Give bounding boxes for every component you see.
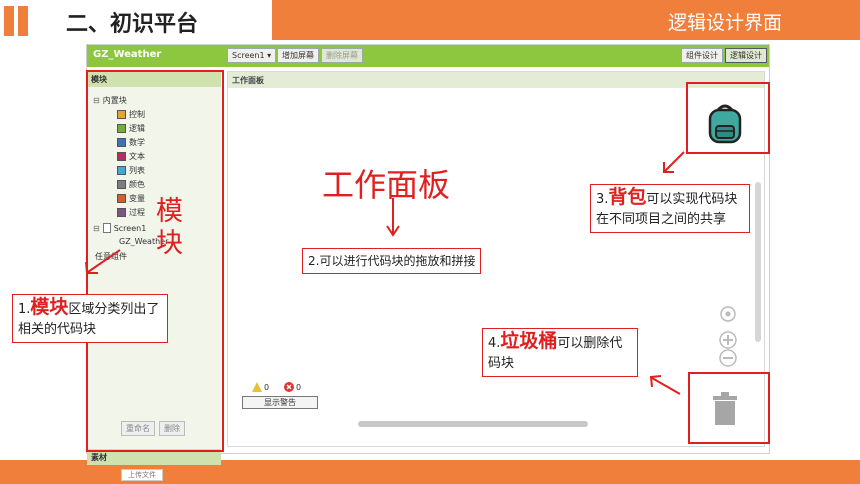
backpack-callout-number: 3.: [596, 192, 609, 207]
zoom-out-icon[interactable]: [718, 348, 738, 368]
zoom-in-icon[interactable]: [718, 330, 738, 350]
blocks-callout: 1.模块区域分类列出了相关的代码块: [12, 294, 168, 343]
recenter-icon[interactable]: [718, 304, 738, 324]
screen-dropdown[interactable]: Screen1 ▾: [227, 48, 277, 63]
blocks-editor-button[interactable]: 逻辑设计: [725, 48, 767, 63]
add-screen-button[interactable]: 增加屏幕: [277, 48, 319, 63]
blocks-callout-number: 1.: [18, 302, 31, 317]
down-arrow-icon: [386, 198, 400, 237]
horizontal-scrollbar[interactable]: [358, 421, 588, 427]
backpack-callout-highlight: 背包: [608, 186, 647, 208]
backpack-callout: 3.背包可以实现代码块在不同项目之间的共享: [590, 184, 750, 233]
show-warnings-button[interactable]: 显示警告: [242, 396, 318, 409]
upload-file-button[interactable]: 上传文件: [121, 469, 163, 481]
blocks-arrow-icon: [85, 249, 121, 274]
warning-indicator: 0: [252, 382, 269, 392]
app-toolbar: GZ_Weather Screen1 ▾ 增加屏幕 删除屏幕 组件设计 逻辑设计: [87, 45, 769, 67]
trash-callout-highlight: 垃圾桶: [500, 330, 558, 352]
section-title: 逻辑设计界面: [667, 12, 782, 34]
trash-highlight: [688, 372, 770, 444]
designer-button[interactable]: 组件设计: [681, 48, 723, 63]
errors-count: 0: [296, 382, 302, 392]
viewer-callout-text: 2.可以进行代码块的拖放和拼接: [308, 254, 476, 268]
trash-callout: 4.垃圾桶可以删除代码块: [482, 328, 638, 377]
vertical-scrollbar[interactable]: [755, 182, 761, 342]
warnings-count: 0: [264, 382, 270, 392]
viewer-callout: 2.可以进行代码块的拖放和拼接: [302, 248, 482, 274]
error-icon: [284, 382, 294, 392]
trash-callout-number: 4.: [488, 336, 501, 351]
backpack-highlight: [686, 82, 770, 154]
viewer-title: 工作面板: [228, 72, 764, 88]
slide-title: 二、初识平台: [66, 12, 199, 37]
backpack-arrow-icon: [663, 151, 685, 173]
remove-screen-button[interactable]: 删除屏幕: [321, 48, 363, 63]
blocks-callout-highlight: 模块: [30, 296, 69, 318]
trash-arrow-icon: [649, 375, 681, 395]
blocks-annotation-title: 模块: [156, 196, 183, 259]
project-name: GZ_Weather: [93, 49, 162, 60]
error-indicator: 0: [284, 382, 301, 392]
title-decoration-bars: [4, 6, 28, 36]
warning-icon: [252, 382, 262, 392]
